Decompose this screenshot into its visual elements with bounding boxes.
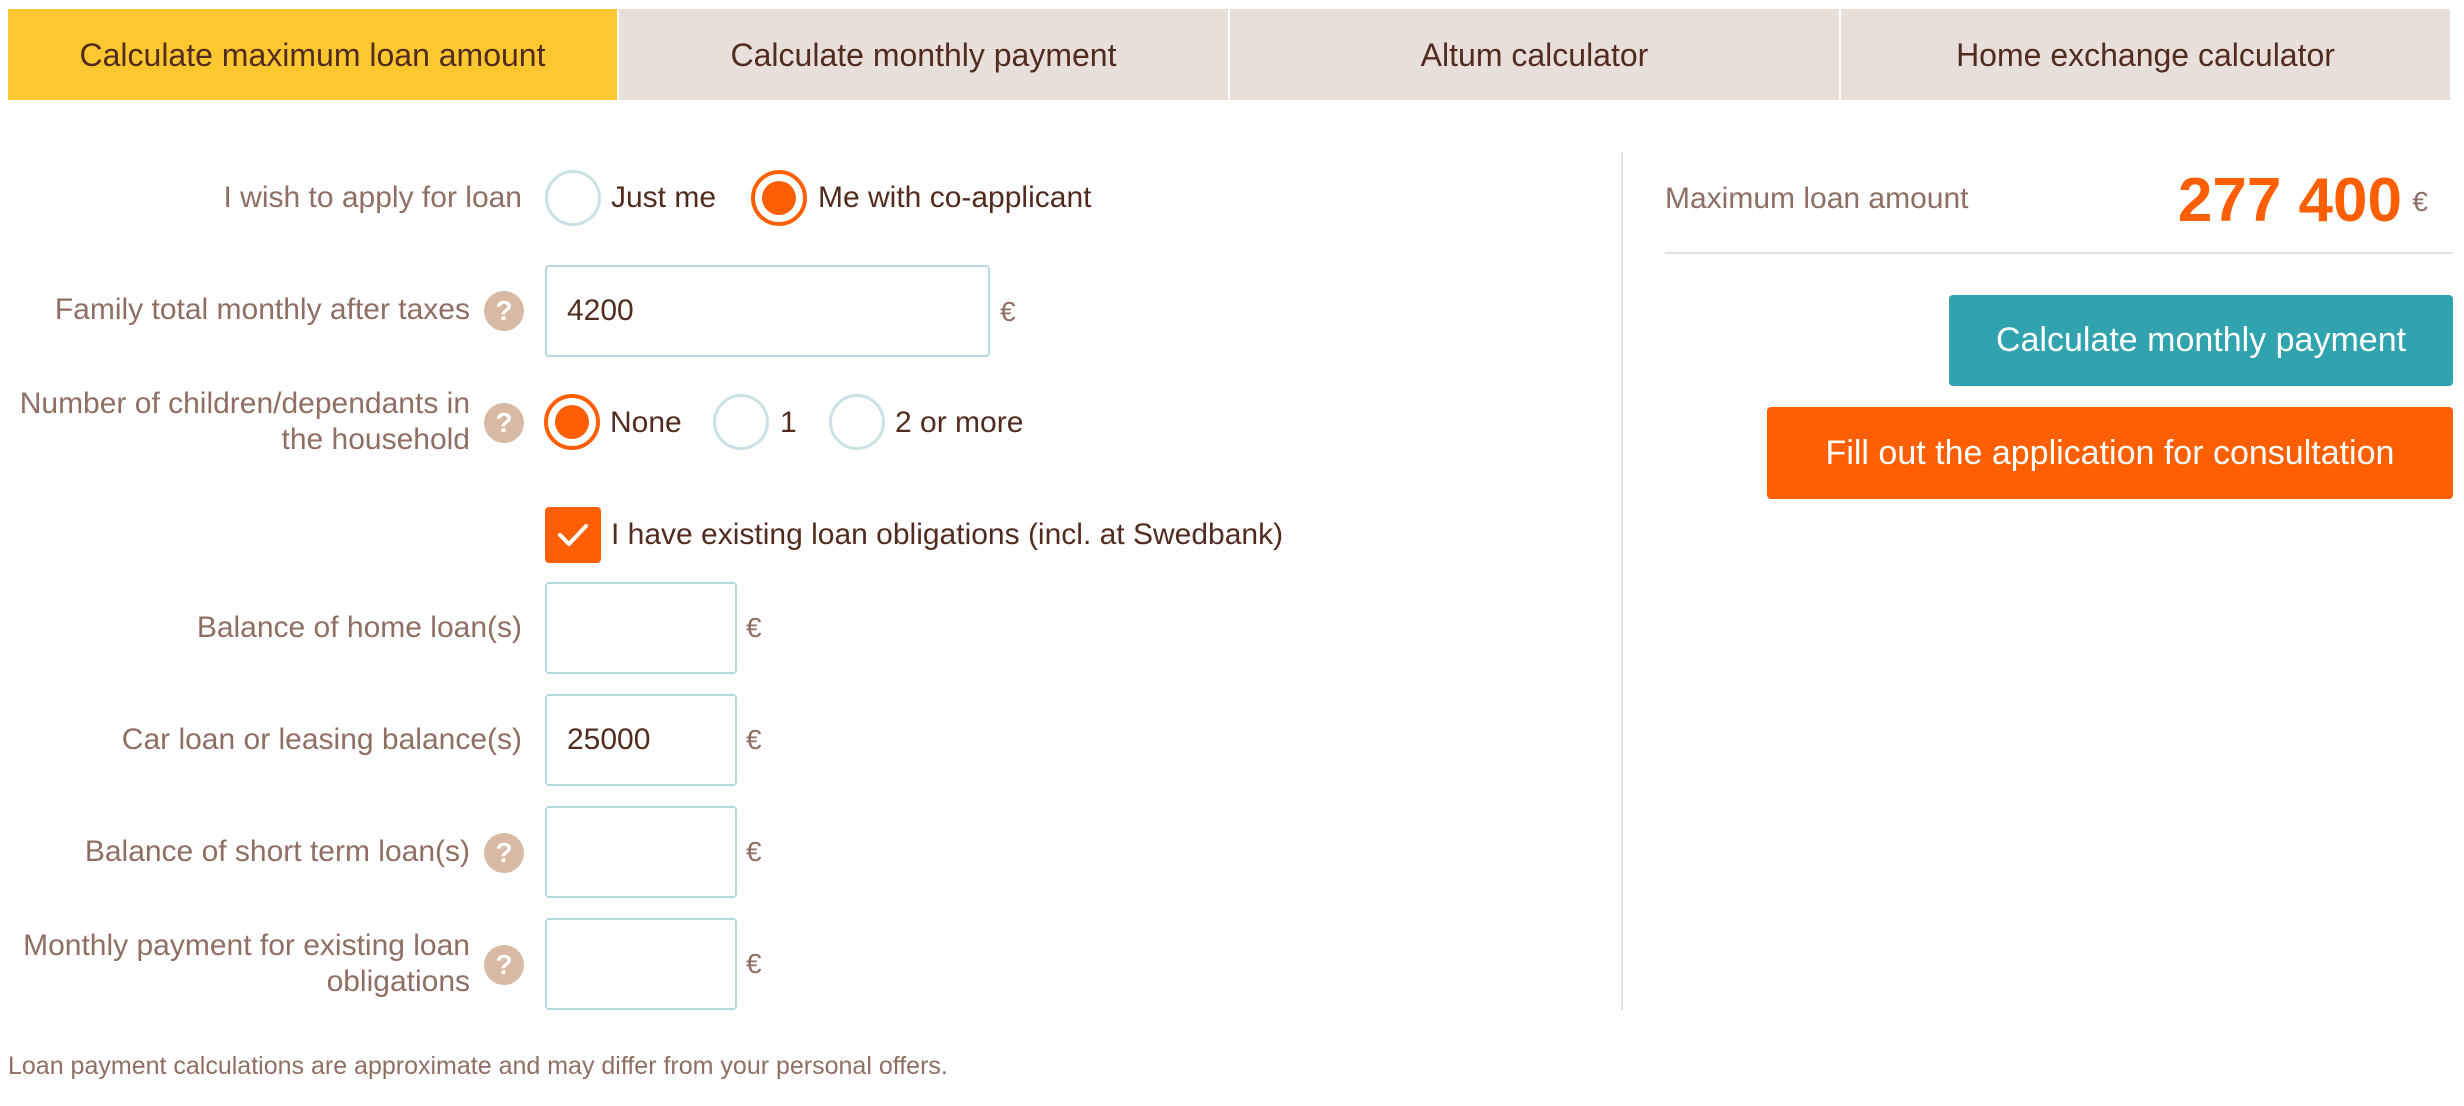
calculate-monthly-payment-button[interactable]: Calculate monthly payment xyxy=(1949,295,2453,386)
max-loan-currency: € xyxy=(2412,186,2428,217)
tab-altum[interactable]: Altum calculator xyxy=(1230,9,1841,100)
income-input[interactable]: 4200 xyxy=(545,265,990,357)
column-divider xyxy=(1621,152,1623,1010)
car-loan-currency: € xyxy=(746,724,762,755)
home-loan-label: Balance of home loan(s) xyxy=(196,611,522,644)
consultation-application-button[interactable]: Fill out the application for consultatio… xyxy=(1767,407,2453,499)
radio-co-applicant[interactable] xyxy=(751,170,807,226)
calculator-tabs: Calculate maximum loan amount Calculate … xyxy=(8,9,2450,100)
radio-children-1-label: 1 xyxy=(780,406,797,439)
radio-children-2plus[interactable] xyxy=(829,394,885,450)
radio-children-1[interactable] xyxy=(713,394,769,450)
tab-max-loan[interactable]: Calculate maximum loan amount xyxy=(8,9,619,100)
disclaimer-text: Loan payment calculations are approximat… xyxy=(8,1052,948,1080)
short-loan-help-icon[interactable]: ? xyxy=(484,833,524,873)
max-loan-value: 277 400 xyxy=(2177,166,2402,235)
radio-children-none[interactable] xyxy=(544,394,600,450)
short-loan-input[interactable] xyxy=(545,806,737,898)
short-loan-currency: € xyxy=(746,836,762,867)
check-icon xyxy=(558,524,588,546)
monthly-payment-label-line2: obligations xyxy=(326,965,470,998)
apply-label: I wish to apply for loan xyxy=(223,181,523,214)
children-label-line2: the household xyxy=(281,423,471,456)
monthly-payment-currency: € xyxy=(746,948,762,979)
monthly-payment-label-line1: Monthly payment for existing loan xyxy=(23,929,470,962)
income-label: Family total monthly after taxes xyxy=(54,293,470,326)
income-help-icon[interactable]: ? xyxy=(484,291,524,331)
radio-just-me[interactable] xyxy=(545,170,601,226)
home-loan-input[interactable] xyxy=(545,582,737,674)
tab-home-exchange[interactable]: Home exchange calculator xyxy=(1841,9,2450,100)
short-loan-label: Balance of short term loan(s) xyxy=(84,835,470,868)
radio-children-2plus-label: 2 or more xyxy=(895,406,1024,439)
home-loan-currency: € xyxy=(746,612,762,643)
car-loan-label: Car loan or leasing balance(s) xyxy=(121,723,522,756)
monthly-payment-help-icon[interactable]: ? xyxy=(484,945,524,985)
monthly-payment-input[interactable] xyxy=(545,918,737,1010)
existing-loans-label: I have existing loan obligations (incl. … xyxy=(611,518,1284,551)
max-loan-label: Maximum loan amount xyxy=(1665,182,1969,215)
radio-children-none-label: None xyxy=(610,406,682,439)
radio-just-me-label: Just me xyxy=(611,181,717,214)
children-label-line1: Number of children/dependants in xyxy=(19,387,470,420)
children-help-icon[interactable]: ? xyxy=(484,403,524,443)
income-currency: € xyxy=(1000,296,1016,327)
radio-co-applicant-label: Me with co-applicant xyxy=(818,181,1092,214)
tab-monthly-payment[interactable]: Calculate monthly payment xyxy=(619,9,1230,100)
car-loan-input[interactable]: 25000 xyxy=(545,694,737,786)
existing-loans-checkbox[interactable] xyxy=(545,507,601,563)
result-divider xyxy=(1665,252,2453,254)
